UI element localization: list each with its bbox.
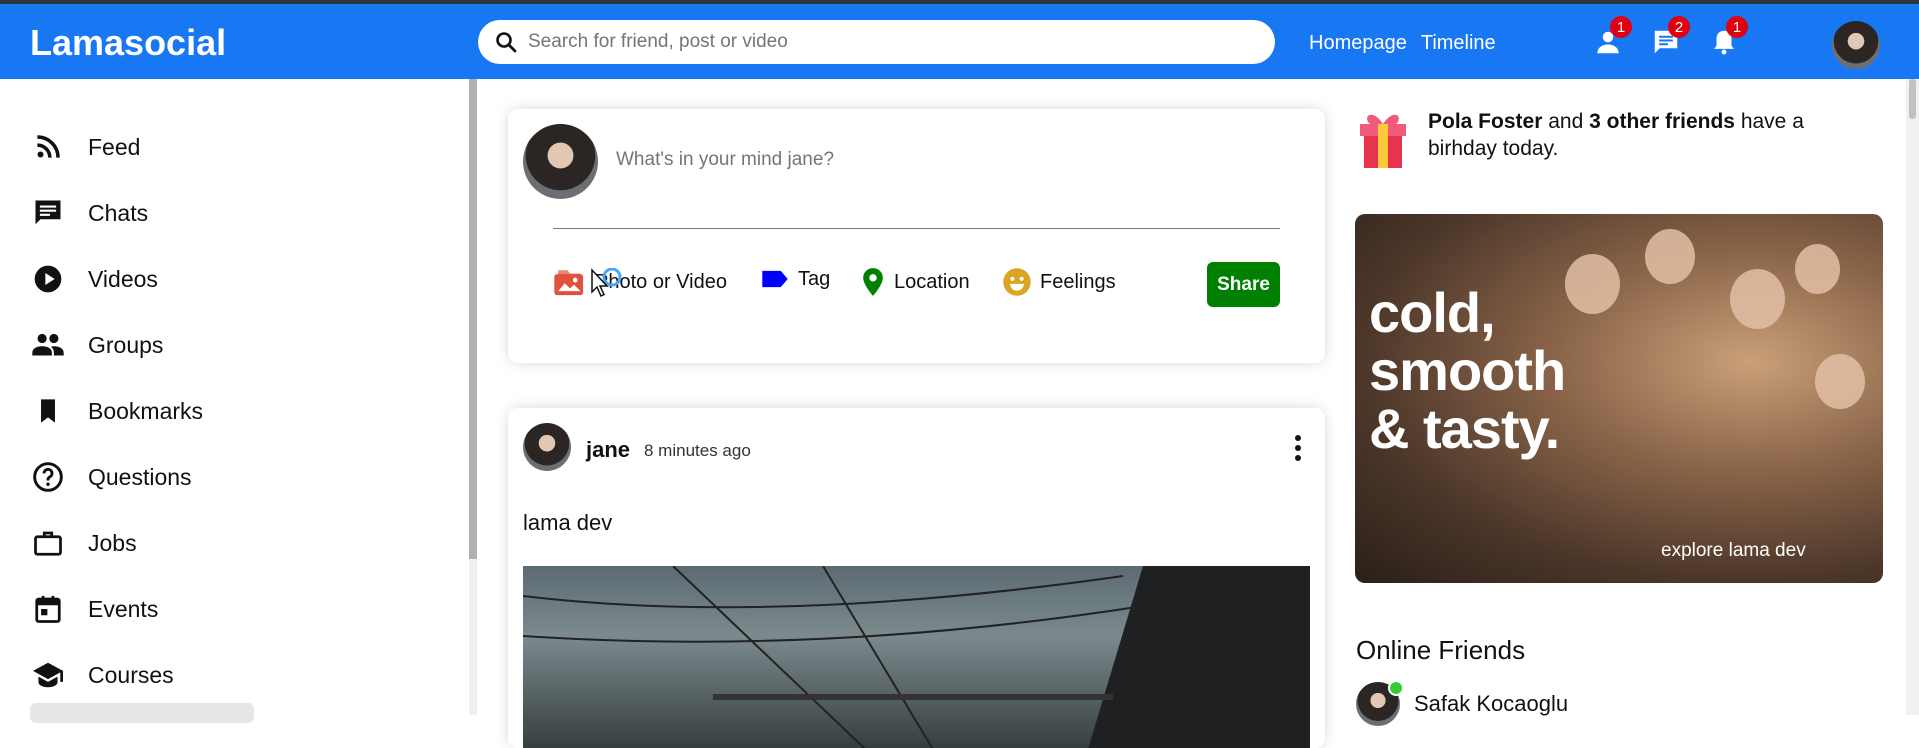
- share-option-location[interactable]: Location: [860, 267, 970, 297]
- mouse-cursor-icon: [591, 268, 622, 298]
- profile-avatar[interactable]: [1832, 21, 1880, 69]
- share-option-label: Location: [894, 270, 970, 293]
- share-option-photo[interactable]: Photo or Video: [553, 267, 727, 297]
- group-icon: [30, 327, 66, 363]
- share-option-label: Feelings: [1040, 270, 1116, 293]
- sidebar-item-label: Videos: [88, 265, 158, 292]
- homepage-link[interactable]: Homepage: [1309, 32, 1407, 55]
- sidebar-item-label: Questions: [88, 463, 192, 490]
- calendar-icon: [30, 591, 66, 627]
- sidebar-item-label: Bookmarks: [88, 397, 204, 424]
- share-input[interactable]: [616, 149, 1296, 171]
- sidebar-item-feed[interactable]: Feed: [30, 127, 140, 167]
- ad-footer: explore lama dev: [1661, 540, 1806, 561]
- ad-headline: cold, smooth & tasty.: [1369, 281, 1566, 460]
- share-option-feelings[interactable]: Feelings: [1002, 267, 1116, 297]
- friend-name: Safak Kocaoglu: [1414, 691, 1569, 716]
- share-button[interactable]: Share: [1207, 262, 1280, 307]
- notifications-badge: 1: [1726, 16, 1748, 38]
- sidebar-item-events[interactable]: Events: [30, 589, 158, 629]
- sidebar-item-groups[interactable]: Groups: [30, 325, 163, 365]
- friend-requests-button[interactable]: 1: [1588, 16, 1632, 62]
- sidebar-item-label: Jobs: [88, 529, 137, 556]
- page-scrollbar-thumb[interactable]: [1909, 79, 1916, 119]
- online-status-dot: [1388, 680, 1404, 696]
- avatar[interactable]: [523, 423, 571, 471]
- topbar: Lamasocial Homepage Timeline 1 2 1: [0, 0, 1919, 79]
- bookmark-icon: [30, 393, 66, 429]
- sidebar-item-bookmarks[interactable]: Bookmarks: [30, 391, 203, 431]
- photo-icon: [554, 270, 584, 296]
- sidebar-item-jobs[interactable]: Jobs: [30, 523, 137, 563]
- sidebar-item-label: Events: [88, 595, 159, 622]
- avatar[interactable]: [1356, 680, 1404, 726]
- share-card: Photo or Video Tag Location Feelings Sha…: [508, 109, 1325, 363]
- rss-icon: [30, 129, 66, 165]
- divider: [553, 228, 1280, 229]
- birthday-text: Pola Foster and 3 other friends have a b…: [1428, 110, 1804, 160]
- post-username[interactable]: jane: [586, 437, 630, 463]
- messages-button[interactable]: 2: [1646, 16, 1690, 62]
- sidebar-scrollbar[interactable]: [469, 79, 477, 715]
- sidebar-item-courses[interactable]: Courses: [30, 655, 174, 695]
- birthday-other-friends[interactable]: 3 other friends: [1589, 110, 1735, 133]
- timeline-link[interactable]: Timeline: [1421, 32, 1496, 55]
- birthday-notice: Pola Foster and 3 other friends have a b…: [1356, 108, 1808, 170]
- location-pin-icon: [863, 268, 883, 296]
- label-icon: [762, 270, 788, 288]
- sidebar-item-label: Feed: [88, 133, 141, 160]
- school-icon: [30, 657, 66, 693]
- chat-icon: [30, 195, 66, 231]
- friend-requests-badge: 1: [1610, 16, 1632, 38]
- post-text: lama dev: [523, 510, 613, 535]
- search-input[interactable]: [528, 31, 1248, 53]
- sidebar-item-questions[interactable]: Questions: [30, 457, 192, 497]
- online-friend-item[interactable]: Safak Kocaoglu: [1356, 680, 1569, 726]
- share-option-tag[interactable]: Tag: [760, 267, 830, 291]
- search-bar[interactable]: [478, 20, 1275, 64]
- logo[interactable]: Lamasocial: [30, 22, 226, 64]
- messages-badge: 2: [1668, 16, 1690, 38]
- share-option-label: Tag: [798, 267, 831, 290]
- advertisement[interactable]: cold, smooth & tasty. explore lama dev: [1355, 214, 1883, 583]
- post-image: [522, 565, 1310, 748]
- post-card: jane 8 minutes ago lama dev: [508, 408, 1325, 748]
- sidebar-item-videos[interactable]: Videos: [30, 259, 158, 299]
- post-timestamp: 8 minutes ago: [644, 441, 751, 460]
- birthday-friend-name[interactable]: Pola Foster: [1428, 110, 1542, 133]
- top-links: Homepage Timeline: [1309, 32, 1496, 55]
- sidebar: Feed Chats Videos Groups Bookmarks Quest…: [0, 79, 477, 723]
- sidebar-scrollbar-thumb[interactable]: [469, 79, 477, 559]
- sidebar-item-chats[interactable]: Chats: [30, 193, 148, 233]
- more-vert-icon[interactable]: [1283, 430, 1313, 466]
- play-circle-icon: [30, 261, 66, 297]
- search-icon: [496, 32, 517, 53]
- gift-icon: [1360, 114, 1406, 168]
- power-lines-graphic: [522, 565, 1310, 748]
- show-more-button[interactable]: [30, 703, 254, 723]
- online-friends-title: Online Friends: [1356, 635, 1526, 665]
- sidebar-item-label: Chats: [88, 199, 149, 226]
- emoji-icon: [1003, 268, 1031, 296]
- briefcase-icon: [30, 525, 66, 561]
- avatar[interactable]: [523, 124, 598, 199]
- help-circle-icon: [30, 459, 66, 495]
- page-scrollbar[interactable]: [1906, 79, 1919, 715]
- sidebar-item-label: Groups: [88, 331, 164, 358]
- sidebar-item-label: Courses: [88, 661, 174, 688]
- notifications-button[interactable]: 1: [1704, 16, 1748, 62]
